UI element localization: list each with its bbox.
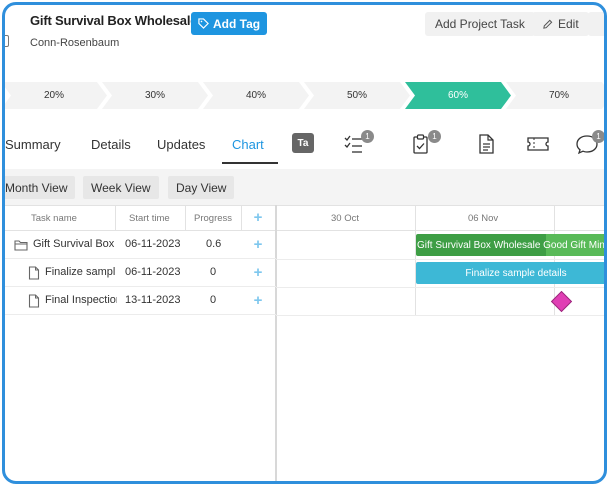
task-name: Finalize sample	[45, 266, 115, 278]
checklist-icon[interactable]: 1	[343, 130, 374, 157]
add-tag-button[interactable]: Add Tag	[191, 12, 268, 35]
month-view-button[interactable]: Month View	[5, 176, 76, 199]
divider	[115, 205, 116, 231]
app-window: Gift Survival Box Wholesale Add Tag Conn…	[2, 2, 607, 484]
pencil-icon	[543, 19, 553, 29]
column-task-name[interactable]: Task name	[31, 213, 77, 224]
edit-button[interactable]: Edit	[532, 12, 589, 36]
divider	[241, 205, 242, 231]
divider	[276, 287, 604, 288]
timeline-label-30-oct: 30 Oct	[331, 213, 359, 224]
task-name: Final Inspection	[45, 294, 117, 306]
company-name: Conn-Rosenbaum	[30, 37, 120, 49]
tab-bar: Summary Details Updates Chart Ta 1 1 1	[5, 129, 604, 169]
task-start: 13-11-2023	[125, 294, 181, 306]
add-subtask-plus-icon[interactable]: +	[252, 293, 264, 308]
active-tab-indicator	[222, 162, 278, 164]
stage-70[interactable]: 70%	[506, 82, 604, 109]
table-row[interactable]: Final Inspection 13-11-2023 0 +	[5, 287, 276, 315]
add-subtask-plus-icon[interactable]: +	[252, 265, 264, 280]
view-toolbar: Month View Week View Day View	[5, 169, 604, 205]
add-task-plus-icon[interactable]: +	[252, 210, 264, 225]
task-progress: 0	[210, 266, 217, 278]
stage-progress: 20% 30% 40% 50% 60% 70%	[5, 82, 604, 109]
column-start-time[interactable]: Start time	[129, 213, 170, 224]
clipboard-check-icon[interactable]: 1	[410, 130, 441, 157]
timeline-label-06-nov: 06 Nov	[468, 213, 499, 224]
document-icon[interactable]	[475, 133, 499, 157]
comment-icon[interactable]: 1	[575, 130, 604, 157]
gantt-header: Task name Start time Progress + 30 Oct 0…	[5, 205, 604, 231]
checklist-count-badge: 1	[361, 130, 374, 143]
column-progress[interactable]: Progress	[194, 213, 232, 224]
stage-40[interactable]: 40%	[203, 82, 309, 109]
tab-summary[interactable]: Summary	[5, 137, 61, 152]
stage-60[interactable]: 60%	[405, 82, 511, 109]
add-tag-label: Add Tag	[213, 16, 261, 31]
edit-label: Edit	[558, 17, 579, 31]
task-start: 06-11-2023	[125, 266, 181, 278]
gantt-chart: Task name Start time Progress + 30 Oct 0…	[5, 205, 604, 481]
tag-icon	[198, 18, 209, 29]
task-start: 06-11-2023	[125, 238, 181, 250]
day-view-button[interactable]: Day View	[168, 176, 235, 199]
project-header: Gift Survival Box Wholesale Add Tag Conn…	[5, 5, 604, 79]
task-progress: 0	[210, 294, 217, 306]
more-button[interactable]	[588, 12, 604, 36]
stage-20[interactable]: 20%	[5, 82, 107, 109]
comments-count-badge: 1	[592, 130, 604, 143]
task-bar[interactable]: Finalize sample details	[416, 262, 604, 284]
tasks-count-badge: 1	[428, 130, 441, 143]
tab-updates[interactable]: Updates	[157, 137, 205, 152]
divider	[276, 315, 604, 316]
stage-30[interactable]: 30%	[102, 82, 208, 109]
task-name: Gift Survival Box W	[33, 238, 115, 250]
table-row[interactable]: Finalize sample 06-11-2023 0 +	[5, 259, 276, 287]
project-title: Gift Survival Box Wholesale	[30, 13, 198, 28]
file-icon	[28, 266, 40, 280]
file-icon	[28, 294, 40, 308]
table-row[interactable]: Gift Survival Box W 06-11-2023 0.6 +	[5, 231, 276, 259]
tab-chart[interactable]: Chart	[232, 137, 264, 152]
project-bar[interactable]: Gift Survival Box Wholesale Good Gift Mi…	[416, 234, 604, 256]
tag-text-icon[interactable]: Ta	[292, 133, 314, 153]
week-view-button[interactable]: Week View	[83, 176, 159, 199]
add-project-task-label: Add Project Task	[435, 17, 525, 31]
add-subtask-plus-icon[interactable]: +	[252, 237, 264, 252]
checkbox-icon[interactable]	[5, 35, 9, 47]
divider	[185, 205, 186, 231]
add-project-task-button[interactable]: Add Project Task	[425, 12, 535, 36]
divider	[415, 205, 416, 315]
tab-details[interactable]: Details	[91, 137, 131, 152]
task-progress: 0.6	[206, 238, 222, 250]
divider	[276, 259, 604, 260]
ticket-icon[interactable]	[525, 133, 549, 157]
folder-icon	[14, 240, 28, 251]
stage-50[interactable]: 50%	[304, 82, 410, 109]
